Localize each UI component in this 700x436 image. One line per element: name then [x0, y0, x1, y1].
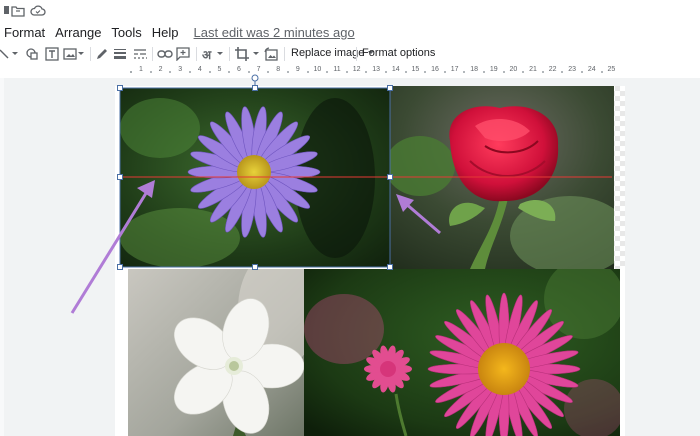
left-arrow [70, 180, 155, 314]
resize-handle-bottom-right[interactable] [387, 264, 393, 270]
resize-handle-bottom[interactable] [252, 264, 258, 270]
rotate-handle[interactable] [251, 74, 259, 82]
resize-handle-top[interactable] [252, 85, 258, 91]
overlay [70, 74, 612, 314]
resize-handle-bottom-left[interactable] [117, 264, 123, 270]
resize-handle-right[interactable] [387, 174, 393, 180]
resize-handle-top-right[interactable] [387, 85, 393, 91]
resize-handle-left[interactable] [117, 174, 123, 180]
right-arrow [396, 194, 441, 235]
resize-handle-top-left[interactable] [117, 85, 123, 91]
